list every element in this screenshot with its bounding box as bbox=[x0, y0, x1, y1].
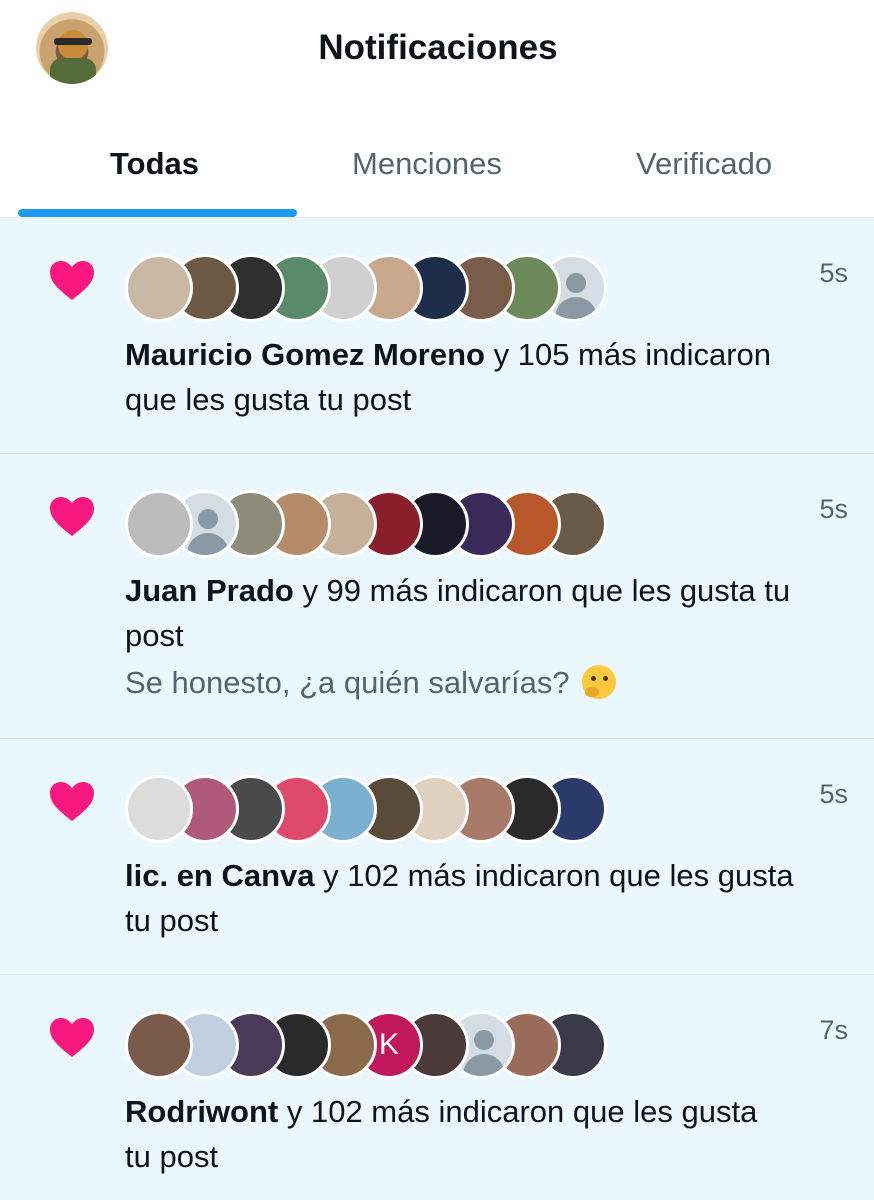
heart-icon bbox=[50, 261, 94, 300]
notification-text: Mauricio Gomez Moreno y 105 más indicaro… bbox=[125, 332, 855, 422]
notification-rest-line2: tu post bbox=[125, 903, 219, 938]
notification-text: Rodriwont y 102 más indicaron que les gu… bbox=[125, 1089, 855, 1179]
heart-icon bbox=[50, 497, 94, 536]
notification-tabs: Todas Menciones Verificado bbox=[0, 100, 874, 218]
notification-text: lic. en Canva y 102 más indicaron que le… bbox=[125, 853, 855, 943]
notification-text: Juan Prado y 99 más indicaron que les gu… bbox=[125, 568, 855, 658]
notification-rest: y 99 más indicaron que les gusta tu bbox=[293, 573, 791, 608]
heart-icon bbox=[50, 782, 94, 821]
actor-name[interactable]: Juan Prado bbox=[125, 573, 294, 608]
notification-rest-line2: tu post bbox=[125, 1139, 219, 1174]
user-avatar[interactable] bbox=[125, 254, 193, 322]
notification-rest-line2: que les gusta tu post bbox=[125, 382, 412, 417]
user-avatar[interactable] bbox=[125, 490, 193, 558]
tab-menciones[interactable]: Menciones bbox=[352, 146, 502, 182]
notification-rest-line2: post bbox=[125, 618, 184, 653]
page-title: Notificaciones bbox=[318, 28, 558, 67]
timestamp: 5s bbox=[819, 494, 848, 524]
notification-rest: y 102 más indicaron que les gusta bbox=[314, 858, 794, 893]
active-tab-indicator bbox=[18, 209, 297, 217]
user-avatar[interactable] bbox=[125, 775, 193, 843]
notification-rest: y 102 más indicaron que les gusta bbox=[278, 1094, 758, 1129]
thinking-face-icon bbox=[582, 665, 617, 699]
top-bar: Notificaciones bbox=[0, 0, 874, 100]
actor-name[interactable]: lic. en Canva bbox=[125, 858, 315, 893]
avatar-stack bbox=[125, 254, 607, 324]
avatar-stack bbox=[125, 490, 607, 560]
avatar-stack bbox=[125, 775, 607, 845]
actor-name[interactable]: Rodriwont bbox=[125, 1094, 278, 1129]
notification-item[interactable]: 5s Juan Prado y 99 más indicaron que les… bbox=[0, 454, 874, 739]
avatar-stack: K bbox=[125, 1011, 607, 1081]
notification-item[interactable]: 5s lic. en Canva y 102 más indicaron que… bbox=[0, 739, 874, 975]
notification-list: 5s Mauricio Gomez Moreno y 105 más indic… bbox=[0, 218, 874, 1200]
actor-name[interactable]: Mauricio Gomez Moreno bbox=[125, 337, 485, 372]
timestamp: 5s bbox=[819, 258, 848, 288]
tab-verificado[interactable]: Verificado bbox=[636, 146, 772, 182]
tab-todas[interactable]: Todas bbox=[110, 146, 199, 182]
timestamp: 7s bbox=[819, 1015, 848, 1045]
notification-rest: y 105 más indicaron bbox=[484, 337, 772, 372]
post-preview: Se honesto, ¿a quién salvarías? bbox=[125, 660, 845, 705]
timestamp: 5s bbox=[819, 779, 848, 809]
notification-item[interactable]: K 7s Rodriwont y 102 más indicaron que l… bbox=[0, 975, 874, 1200]
notification-item[interactable]: 5s Mauricio Gomez Moreno y 105 más indic… bbox=[0, 218, 874, 454]
post-preview-text: Se honesto, ¿a quién salvarías? bbox=[125, 665, 570, 700]
user-avatar[interactable] bbox=[125, 1011, 193, 1079]
heart-icon bbox=[50, 1018, 94, 1057]
